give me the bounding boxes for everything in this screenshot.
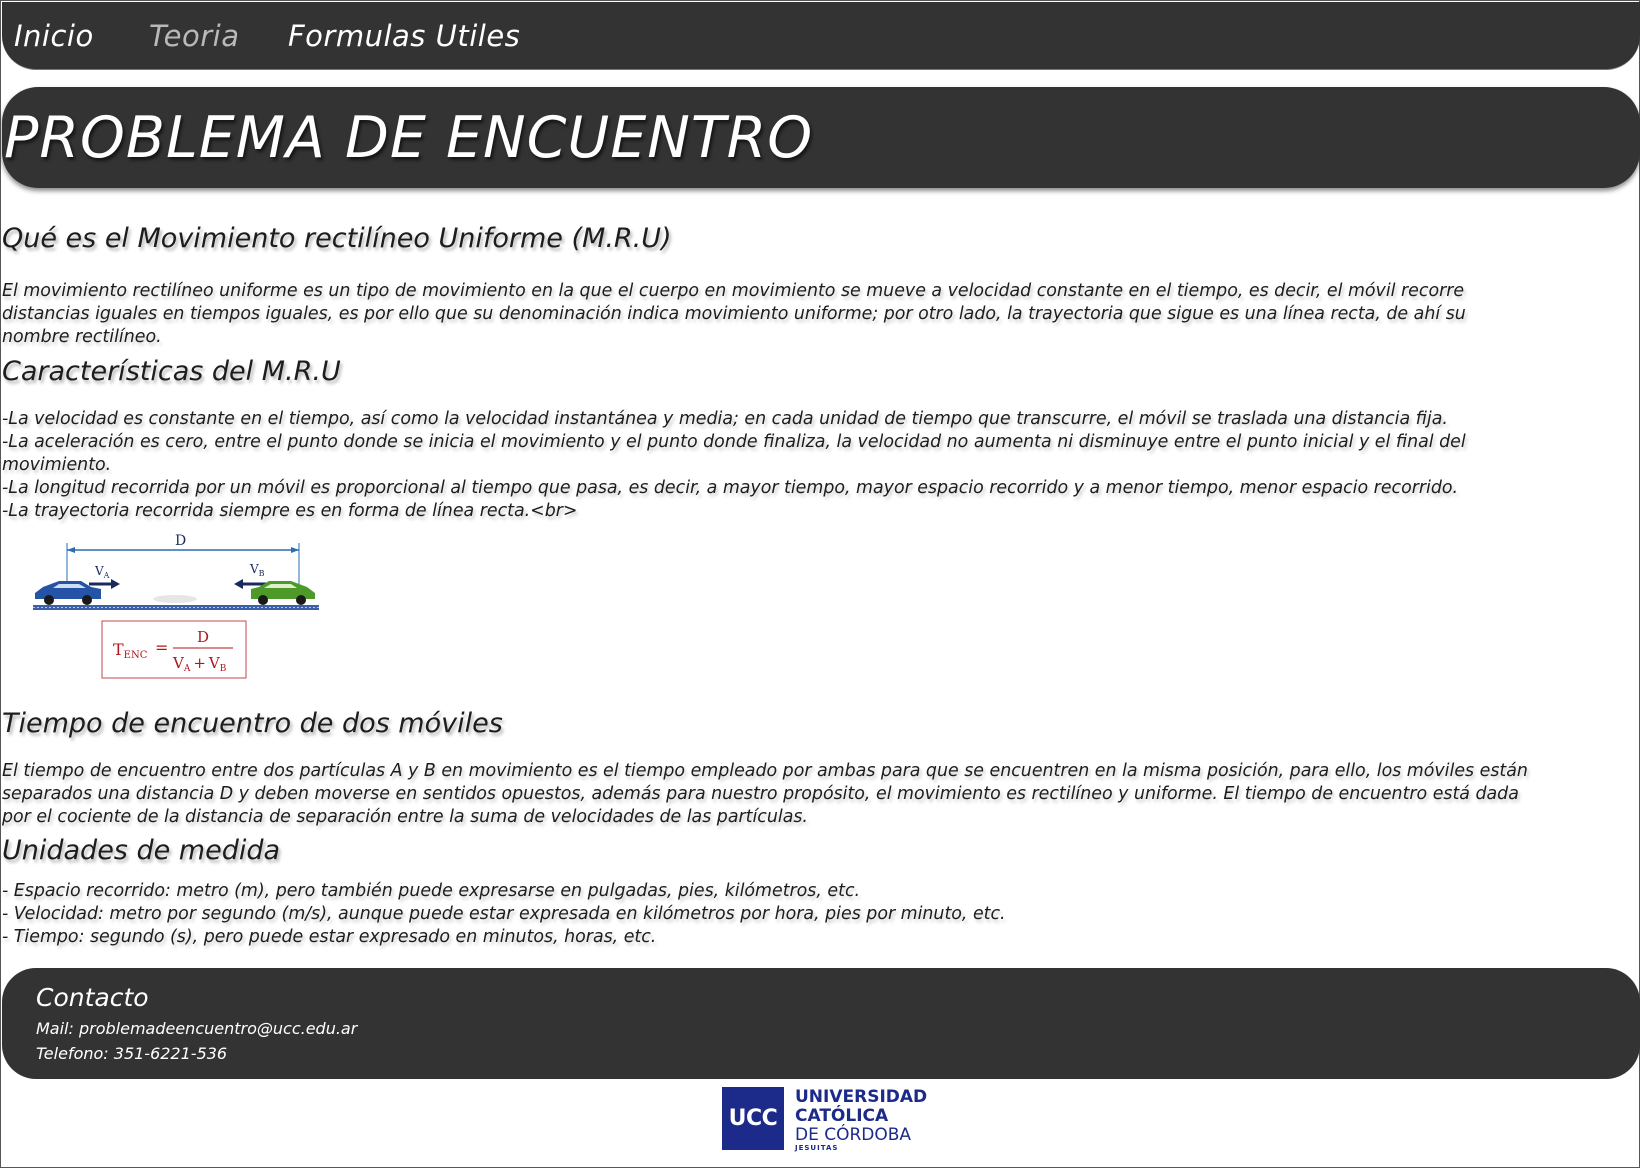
text-line: separados una distancia D y deben movers… bbox=[2, 784, 1519, 804]
text-line: movimiento. bbox=[2, 455, 112, 475]
velocity-b-arrowhead bbox=[234, 579, 243, 589]
velocity-a-label: VA bbox=[94, 564, 110, 580]
formula-den-plus: + bbox=[193, 654, 206, 672]
footer-phone: Telefono: 351-6221-536 bbox=[36, 1044, 228, 1063]
velocity-a-symbol: V bbox=[94, 564, 104, 578]
footer-mail: Mail: problemadeencuentro@ucc.edu.ar bbox=[36, 1019, 358, 1038]
car-b-wheel-front bbox=[258, 595, 268, 605]
velocity-b-subscript: B bbox=[259, 569, 265, 578]
text-line: El tiempo de encuentro entre dos partícu… bbox=[2, 761, 1528, 781]
text-line: distancias iguales en tiempos iguales, e… bbox=[2, 304, 1466, 324]
list-item: - Tiempo: segundo (s), pero puede estar … bbox=[2, 927, 657, 947]
road bbox=[33, 605, 319, 610]
section-heading-unidades: Unidades de medida bbox=[2, 835, 281, 866]
list-item: - Espacio recorrido: metro (m), pero tam… bbox=[2, 881, 861, 901]
text-line: -La longitud recorrida por un móvil es p… bbox=[2, 478, 1459, 498]
dimension-arrowhead-left bbox=[67, 547, 75, 553]
car-a-wheel-front bbox=[82, 595, 92, 605]
nav-link-inicio[interactable]: Inicio bbox=[14, 19, 94, 53]
mru-paragraph: El movimiento rectilíneo uniforme es un … bbox=[2, 280, 1622, 349]
footer-title: Contacto bbox=[36, 983, 149, 1012]
text-line: por el cociente de la distancia de separ… bbox=[2, 807, 808, 827]
nav-link-formulas-utiles[interactable]: Formulas Utiles bbox=[288, 19, 520, 53]
section-heading-caracteristicas: Características del M.R.U bbox=[2, 356, 341, 387]
text-line: -La aceleración es cero, entre el punto … bbox=[2, 432, 1466, 452]
car-b-wheel-rear bbox=[296, 595, 306, 605]
caracteristicas-paragraph: -La velocidad es constante en el tiempo,… bbox=[2, 408, 1622, 523]
section-heading-tiempo-encuentro: Tiempo de encuentro de dos móviles bbox=[2, 708, 503, 739]
text-line: -La velocidad es constante en el tiempo,… bbox=[2, 409, 1448, 429]
velocity-a-subscript: A bbox=[103, 571, 110, 580]
ucc-logo-mark: UCC bbox=[722, 1087, 784, 1150]
tiempo-paragraph: El tiempo de encuentro entre dos partícu… bbox=[2, 760, 1622, 829]
text-line: nombre rectilíneo. bbox=[2, 327, 162, 347]
velocity-b-symbol: V bbox=[249, 562, 259, 576]
logo-text-line2: CATÓLICA bbox=[795, 1106, 889, 1126]
section-heading-mru: Qué es el Movimiento rectilíneo Uniforme… bbox=[2, 223, 672, 254]
page-title: PROBLEMA DE ENCUENTRO bbox=[4, 105, 814, 171]
car-a-wheel-rear bbox=[44, 595, 54, 605]
list-item: - Velocidad: metro por segundo (m/s), au… bbox=[2, 904, 1006, 924]
formula-t-subscript: ENC bbox=[124, 650, 148, 661]
formula-denominator: VA + VB bbox=[172, 654, 227, 674]
text-line: El movimiento rectilíneo uniforme es un … bbox=[2, 281, 1465, 301]
top-nav: Inicio Teoria Formulas Utiles bbox=[2, 2, 1640, 70]
logo-text-line3: DE CÓRDOBA bbox=[795, 1125, 912, 1145]
formula-equals: = bbox=[155, 638, 168, 657]
logo-text-line4: JESUITAS bbox=[795, 1144, 839, 1152]
logo-text-line1: UNIVERSIDAD bbox=[795, 1087, 928, 1107]
ucc-logo: UCC UNIVERSIDAD CATÓLICA DE CÓRDOBA JESU… bbox=[722, 1087, 927, 1153]
encounter-diagram: D VA VB TENC = D VA + VB bbox=[33, 533, 319, 679]
footer-contact: Contacto Mail: problemadeencuentro@ucc.e… bbox=[2, 968, 1640, 1079]
unidades-list: - Espacio recorrido: metro (m), pero tam… bbox=[2, 880, 1622, 949]
distance-label: D bbox=[175, 533, 186, 549]
formula-t-symbol: T bbox=[113, 640, 124, 659]
velocity-b-label: VB bbox=[249, 562, 265, 578]
text-line: -La trayectoria recorrida siempre es en … bbox=[2, 501, 578, 521]
dimension-arrowhead-right bbox=[291, 547, 299, 553]
formula-numerator: D bbox=[197, 628, 209, 646]
formula-den-va-sub: A bbox=[183, 664, 191, 674]
nav-link-teoria[interactable]: Teoria bbox=[149, 19, 239, 53]
dust-cloud bbox=[153, 595, 197, 603]
velocity-a-arrowhead bbox=[111, 579, 120, 589]
hero-banner: PROBLEMA DE ENCUENTRO bbox=[2, 87, 1640, 188]
formula-den-vb-sub: B bbox=[220, 664, 227, 674]
